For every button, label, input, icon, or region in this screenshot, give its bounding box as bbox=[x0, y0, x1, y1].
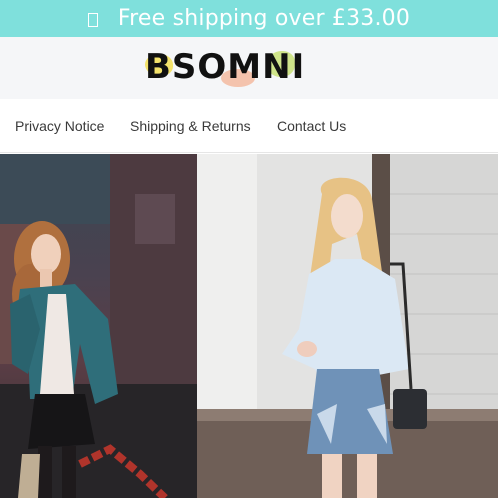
main-nav: Privacy Notice Shipping & Returns Contac… bbox=[0, 99, 498, 153]
hero-banner[interactable] bbox=[0, 154, 498, 498]
nav-privacy-notice[interactable]: Privacy Notice bbox=[15, 118, 104, 134]
nav-shipping-returns[interactable]: Shipping & Returns bbox=[130, 118, 251, 134]
promo-text: Free shipping over £33.00 bbox=[117, 6, 411, 31]
hero-image-right[interactable] bbox=[197, 154, 498, 498]
hero-left-illustration bbox=[0, 154, 197, 498]
promo-bar: Free shipping over £33.00 bbox=[0, 0, 498, 37]
logo[interactable]: BSOMNI bbox=[145, 49, 315, 91]
hero-image-left[interactable] bbox=[0, 154, 197, 498]
hero-right-illustration bbox=[197, 154, 498, 498]
logo-text: BSOMNI bbox=[145, 47, 306, 87]
nav-contact-us[interactable]: Contact Us bbox=[277, 118, 346, 134]
shipping-box-icon bbox=[87, 12, 98, 27]
